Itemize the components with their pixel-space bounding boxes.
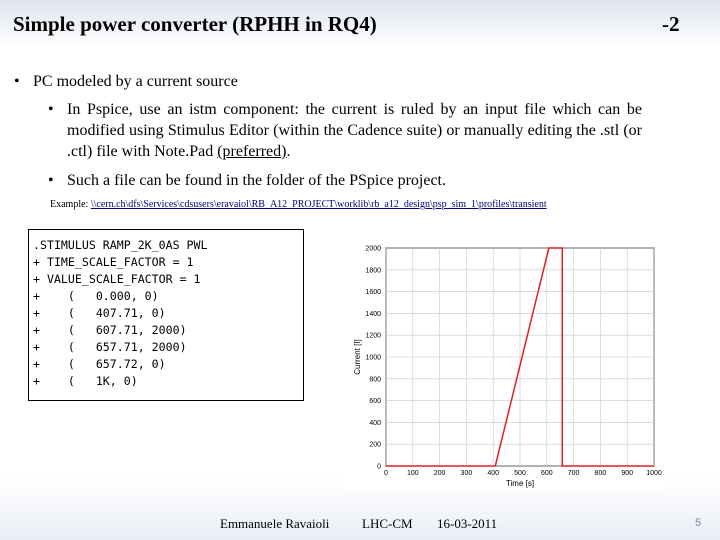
slide-title: Simple power converter (RPHH in RQ4) <box>13 12 377 36</box>
x-tick-label: 700 <box>568 470 580 477</box>
slide-tag: -2 <box>662 12 680 36</box>
y-axis-label: Current [I] <box>353 339 362 375</box>
y-tick-label: 200 <box>369 442 381 449</box>
footer-author: Emmanuele Ravaioli <box>220 516 330 531</box>
code-line: + VALUE_SCALE_FACTOR = 1 <box>33 272 201 286</box>
stimulus-file-box: .STIMULUS RAMP_2K_0AS PWL + TIME_SCALE_F… <box>28 229 304 401</box>
x-tick-label: 200 <box>434 470 446 477</box>
current-chart-svg: 0 100 200 300 400 500 600 700 800 900 1000 0 200 400 6… <box>353 246 662 489</box>
stimulus-code: .STIMULUS RAMP_2K_0AS PWL + TIME_SCALE_F… <box>29 230 303 390</box>
x-tick-label: 400 <box>487 470 499 477</box>
example-line: Example: \\cern.ch\dfs\Services\cdsusers… <box>50 199 547 210</box>
y-tick-label: 600 <box>369 398 381 405</box>
x-tick-label: 800 <box>595 470 607 477</box>
page-number: 5 <box>695 517 702 529</box>
y-tick-label: 1400 <box>365 311 381 318</box>
code-line: .STIMULUS RAMP_2K_0AS PWL <box>33 238 208 252</box>
code-line: + ( 657.72, 0) <box>33 357 166 371</box>
code-line: + ( 1K, 0) <box>33 374 138 388</box>
x-tick-label: 300 <box>461 470 473 477</box>
y-tick-label: 2000 <box>365 246 381 253</box>
y-tick-label: 1200 <box>365 333 381 340</box>
y-tick-label: 1000 <box>365 355 381 362</box>
y-tick-label: 800 <box>369 376 381 383</box>
code-line: + ( 657.71, 2000) <box>33 340 187 354</box>
x-tick-label: 500 <box>514 470 526 477</box>
code-line: + TIME_SCALE_FACTOR = 1 <box>33 255 194 269</box>
code-line: + ( 0.000, 0) <box>33 289 159 303</box>
bullet-2-body: In Pspice, use an istm component: the cu… <box>48 99 642 162</box>
y-tick-label: 1800 <box>365 267 381 274</box>
bullet-2-text: In Pspice, use an istm component: the cu… <box>67 101 642 160</box>
x-tick-label: 900 <box>621 470 633 477</box>
current-chart: 0 100 200 300 400 500 600 700 800 900 1000 0 200 400 6… <box>344 241 664 491</box>
x-tick-label: 1000 <box>646 470 662 477</box>
footer-department: LHC-CM <box>362 516 413 531</box>
bullet-2-tail: . <box>286 143 291 160</box>
example-path-link[interactable]: \\cern.ch\dfs\Services\cdsusers\eravaiol… <box>91 199 547 210</box>
bullet-1: • PC modeled by a current source <box>14 71 238 92</box>
x-axis-label: Time [s] <box>506 479 534 488</box>
code-line: + ( 407.71, 0) <box>33 306 166 320</box>
y-tick-label: 0 <box>377 464 381 471</box>
x-tick-label: 0 <box>384 470 388 477</box>
grid-lines <box>385 247 655 467</box>
x-tick-label: 100 <box>407 470 419 477</box>
code-line: + ( 607.71, 2000) <box>33 323 187 337</box>
bullet-3: • Such a file can be found in the folder… <box>48 170 642 191</box>
x-tick-label: 600 <box>541 470 553 477</box>
bullet-3-text: Such a file can be found in the folder o… <box>67 172 446 189</box>
bullet-dot: • <box>14 73 20 90</box>
bullet-1-text: PC modeled by a current source <box>33 73 238 90</box>
bullet-dot: • <box>48 101 54 118</box>
bullet-dot: • <box>48 172 54 189</box>
footer-date: 16-03-2011 <box>437 516 498 531</box>
example-label: Example: <box>50 199 89 210</box>
bullet-2: • In Pspice, use an istm component: the … <box>48 99 642 162</box>
y-tick-label: 1600 <box>365 289 381 296</box>
tick-labels: 0 100 200 300 400 500 600 700 800 900 1000 0 200 400 6… <box>365 246 661 478</box>
y-tick-label: 400 <box>369 420 381 427</box>
preferred-note: (preferred) <box>217 143 287 160</box>
